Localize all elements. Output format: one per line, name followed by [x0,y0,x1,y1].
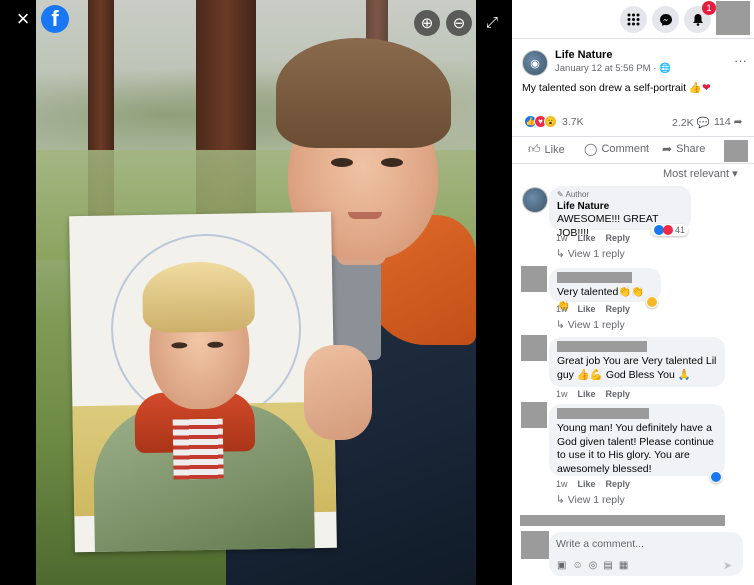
boy-hand [304,345,372,440]
comment-text: Young man! You definitely have a God giv… [557,422,715,475]
comment-meta: 1w Like Reply [556,479,630,489]
like-label: Like [544,143,565,156]
comment-label: Comment [601,143,650,155]
boy-eye [381,158,403,167]
camera-icon[interactable]: ◎ [589,560,598,571]
caption-text: My talented son drew a self-portrait [522,82,686,94]
avatar-sticker-icon[interactable]: ▦ [619,560,628,571]
comment-time[interactable]: 1w [556,304,568,314]
drawing-shirt [172,418,224,480]
view-replies-link[interactable]: ↳ View 1 reply [556,319,625,331]
comment-button[interactable]: ◯ Comment [584,142,649,156]
comment-meta: 1w Like Reply [556,304,630,314]
boy-eye [331,158,353,167]
commenter-name-redacted[interactable] [557,272,632,283]
page-name[interactable]: Life Nature [555,49,612,61]
post-caption: My talented son drew a self-portrait 👍❤ [522,81,711,94]
view-replies-link[interactable]: ↳ View 1 reply [556,248,625,260]
heart-emoji: ❤ [702,82,711,94]
comment-sort-dropdown[interactable]: Most relevant ▾ [663,167,738,180]
gif-icon[interactable]: ▤ [603,560,612,571]
comment-composer: Write a comment... ▣ ☺ ◎ ▤ ▦ ➤ [512,513,754,585]
zoom-out-icon[interactable]: ⊖ [446,10,472,36]
boy-hair [276,38,451,148]
boy-mouth [348,212,382,219]
composer-tools: ▣ ☺ ◎ ▤ ▦ [557,560,628,571]
drawing-hair [141,261,256,334]
commenter-name-redacted[interactable] [557,341,647,352]
thumbs-up-icon: 👍︎ [528,142,541,156]
post-panel: 1 ◉ Life Nature January 12 at 5:56 PM · … [512,0,754,585]
more-options-icon[interactable]: ··· [734,53,747,68]
thumbs-up-emoji: 👍 [688,82,702,94]
commenter-avatar-redacted[interactable] [521,402,547,428]
commenter-avatar-redacted[interactable] [521,335,547,361]
commenter-name-redacted[interactable] [557,408,649,419]
page-avatar[interactable]: ◉ [522,50,548,76]
reaction-summary: 👍 ♥ 😮 3.7K 2.2K 💬 114 ➦ [522,114,747,132]
top-bar: 1 [512,0,754,38]
comment-reply-link[interactable]: Reply [606,233,631,243]
comment-bubble: Young man! You definitely have a God giv… [549,404,725,476]
comment-time[interactable]: 1w [556,233,568,243]
view-replies-link[interactable]: ↳ View 1 reply [556,494,625,506]
comment-reactions[interactable]: 41 [651,224,689,236]
comment-meta: 1w Like Reply [556,389,630,399]
comment-meta: 1w Like Reply [556,233,630,243]
like-button[interactable]: 👍︎ Like [528,142,565,157]
comment-reactions[interactable] [710,471,722,483]
commenter-avatar[interactable] [522,187,548,213]
commenter-avatar-redacted[interactable] [521,266,547,292]
send-icon[interactable]: ➤ [723,559,732,572]
share-label: Share [676,143,706,155]
comment-reply-link[interactable]: Reply [606,304,631,314]
divider [512,136,754,137]
portrait-drawing [69,211,337,553]
comment-time[interactable]: 1w [556,479,568,489]
commenter-name[interactable]: Life Nature [557,200,683,213]
account-avatar-redacted[interactable] [716,1,750,35]
sticker-icon[interactable]: ▣ [557,560,566,571]
divider [512,38,754,39]
photo-viewer: × f ⊕ ⊖ ⤢ [0,0,512,585]
share-count[interactable]: 114 ➦ [714,116,742,128]
comment-reply-link[interactable]: Reply [606,479,631,489]
comment-bubble: Great job You are Very talented Lil guy … [549,337,725,387]
share-button[interactable]: ➦ Share [662,142,705,156]
notification-badge: 1 [702,1,716,15]
author-badge: ✎ Author [557,190,590,199]
comment-like-link[interactable]: Like [578,389,596,399]
fullscreen-icon[interactable]: ⤢ [482,12,502,32]
share-arrow-icon: ➦ [662,142,673,156]
emoji-icon[interactable]: ☺ [572,560,582,571]
comment-like-link[interactable]: Like [578,304,596,314]
comment-time[interactable]: 1w [556,389,568,399]
comment-input-placeholder: Write a comment... [556,538,644,550]
comment-reactions[interactable] [646,296,658,308]
comment-count[interactable]: 2.2K 💬 [672,116,710,129]
post-header: ◉ Life Nature January 12 at 5:56 PM · 🌐 … [522,49,752,79]
comment-like-link[interactable]: Like [578,233,596,243]
comment-like-link[interactable]: Like [578,479,596,489]
redacted-comment-preview [520,515,725,526]
post-timestamp[interactable]: January 12 at 5:56 PM · 🌐 [555,63,671,74]
reaction-count[interactable]: 3.7K [562,116,584,128]
comment-reply-link[interactable]: Reply [606,389,631,399]
zoom-in-icon[interactable]: ⊕ [414,10,440,36]
comment-bubble: Very talented👏👏👏 [549,268,661,312]
comment-reaction-count: 41 [675,225,686,235]
divider [512,163,754,164]
menu-grid-icon[interactable] [620,6,647,33]
post-actions: 👍︎ Like ◯ Comment ➦ Share [512,140,754,162]
my-avatar-redacted [521,531,549,559]
post-photo[interactable] [36,0,476,585]
comment-input[interactable]: Write a comment... ▣ ☺ ◎ ▤ ▦ ➤ [549,532,743,576]
facebook-logo-icon[interactable]: f [41,5,69,33]
speech-bubble-icon: ◯ [584,142,598,156]
messenger-icon[interactable] [652,6,679,33]
comment-text: Great job You are Very talented Lil guy … [557,355,717,381]
redacted-block [724,140,748,162]
wow-reaction-icon[interactable]: 😮 [544,115,557,128]
close-icon[interactable]: × [12,6,34,31]
